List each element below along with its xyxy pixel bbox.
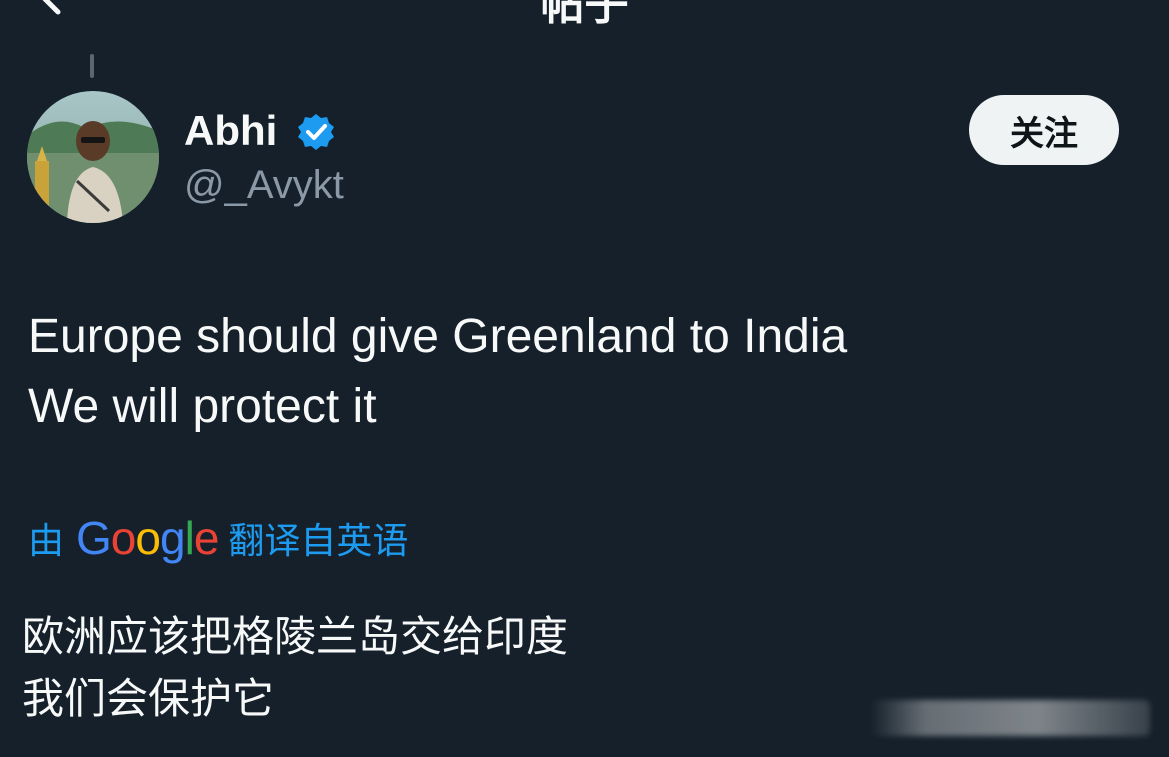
translated-text-line: 欧洲应该把格陵兰岛交给印度 — [22, 612, 569, 661]
translation-prefix: 由 — [28, 521, 65, 562]
tweet-text-line: Europe should give Greenland to India — [28, 310, 848, 363]
thread-connector-line — [90, 54, 94, 78]
author-display-name[interactable]: Abhi — [184, 108, 277, 154]
follow-button[interactable]: 关注 — [969, 95, 1119, 165]
tweet-body: Europe should give Greenland to India We… — [28, 302, 847, 442]
translated-text-line: 我们会保护它 — [22, 674, 275, 723]
translation-attribution[interactable]: 由 Google 翻译自英语 — [28, 510, 408, 566]
tweet-text-line: We will protect it — [28, 380, 377, 433]
top-bar: 帖子 — [0, 0, 1169, 40]
google-logo: Google — [76, 512, 219, 564]
verified-badge-icon — [296, 112, 336, 152]
watermark — [870, 700, 1150, 736]
author-handle[interactable]: @_Avykt — [184, 162, 344, 208]
translated-tweet-body: 欧洲应该把格陵兰岛交给印度 我们会保护它 — [22, 606, 568, 730]
page-title: 帖子 — [540, 0, 629, 30]
translation-suffix: 翻译自英语 — [228, 521, 409, 562]
avatar[interactable] — [27, 91, 159, 223]
